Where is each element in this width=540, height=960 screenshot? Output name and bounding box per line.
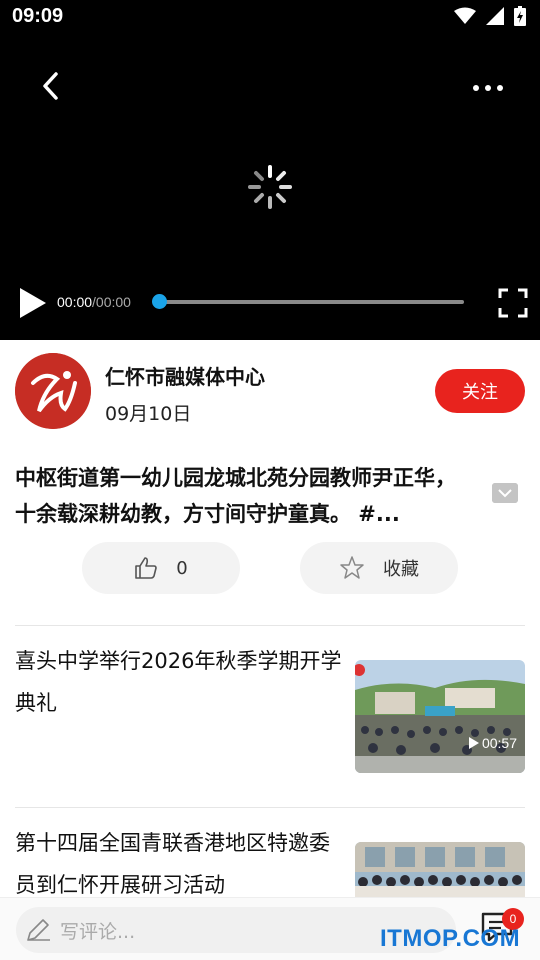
like-count: 0 <box>176 557 188 579</box>
wifi-icon <box>454 7 476 24</box>
related-news-title[interactable]: 喜头中学举行2026年秋季学期开学典礼 <box>15 640 350 724</box>
divider <box>15 625 525 626</box>
publisher-name[interactable]: 仁怀市融媒体中心 <box>105 361 265 390</box>
progress-track[interactable] <box>160 300 464 304</box>
watermark: ITMOP.COM <box>380 925 521 952</box>
pencil-icon <box>27 919 50 941</box>
follow-button[interactable]: 关注 <box>435 369 525 413</box>
related-news-thumbnail[interactable]: 00:57 <box>355 660 525 773</box>
article-title: 中枢街道第一幼儿园龙城北苑分园教师尹正华，十余载深耕幼教，方寸间守护童真。 #.… <box>15 466 456 526</box>
progress-thumb[interactable] <box>152 294 167 309</box>
favorite-label: 收藏 <box>383 559 419 580</box>
more-options-icon[interactable] <box>468 74 508 98</box>
thumbs-up-icon <box>135 557 158 579</box>
video-player[interactable]: 09:09 00:00/00:00 <box>0 0 540 340</box>
back-arrow-icon[interactable] <box>36 70 68 102</box>
current-time: 00:00 <box>57 294 93 310</box>
status-bar: 09:09 <box>0 0 540 36</box>
fullscreen-icon[interactable] <box>498 288 528 318</box>
related-news-title[interactable]: 第十四届全国青联香港地区特邀委员到仁怀开展研习活动 <box>15 822 350 906</box>
status-time: 09:09 <box>12 5 64 27</box>
signal-icon <box>486 7 504 25</box>
video-time: 00:00/00:00 <box>57 294 131 310</box>
play-small-icon <box>468 737 479 749</box>
star-icon <box>340 556 364 579</box>
publisher-logo-icon <box>15 353 91 429</box>
expand-chevron-icon[interactable] <box>492 483 518 503</box>
divider <box>15 807 525 808</box>
favorite-button[interactable]: 收藏 <box>300 542 458 594</box>
battery-icon <box>514 6 526 26</box>
publisher-avatar[interactable] <box>15 353 91 429</box>
video-duration: 00:57 <box>468 735 517 751</box>
comment-placeholder: 写评论... <box>60 920 136 943</box>
like-button[interactable]: 0 <box>82 542 240 594</box>
status-icons <box>454 6 526 26</box>
publish-date: 09月10日 <box>105 403 192 425</box>
loading-spinner-icon <box>248 165 292 209</box>
school-ceremony-image <box>355 660 525 773</box>
total-time: /00:00 <box>92 294 131 310</box>
play-icon[interactable] <box>18 286 48 320</box>
duration-text: 00:57 <box>481 735 517 751</box>
